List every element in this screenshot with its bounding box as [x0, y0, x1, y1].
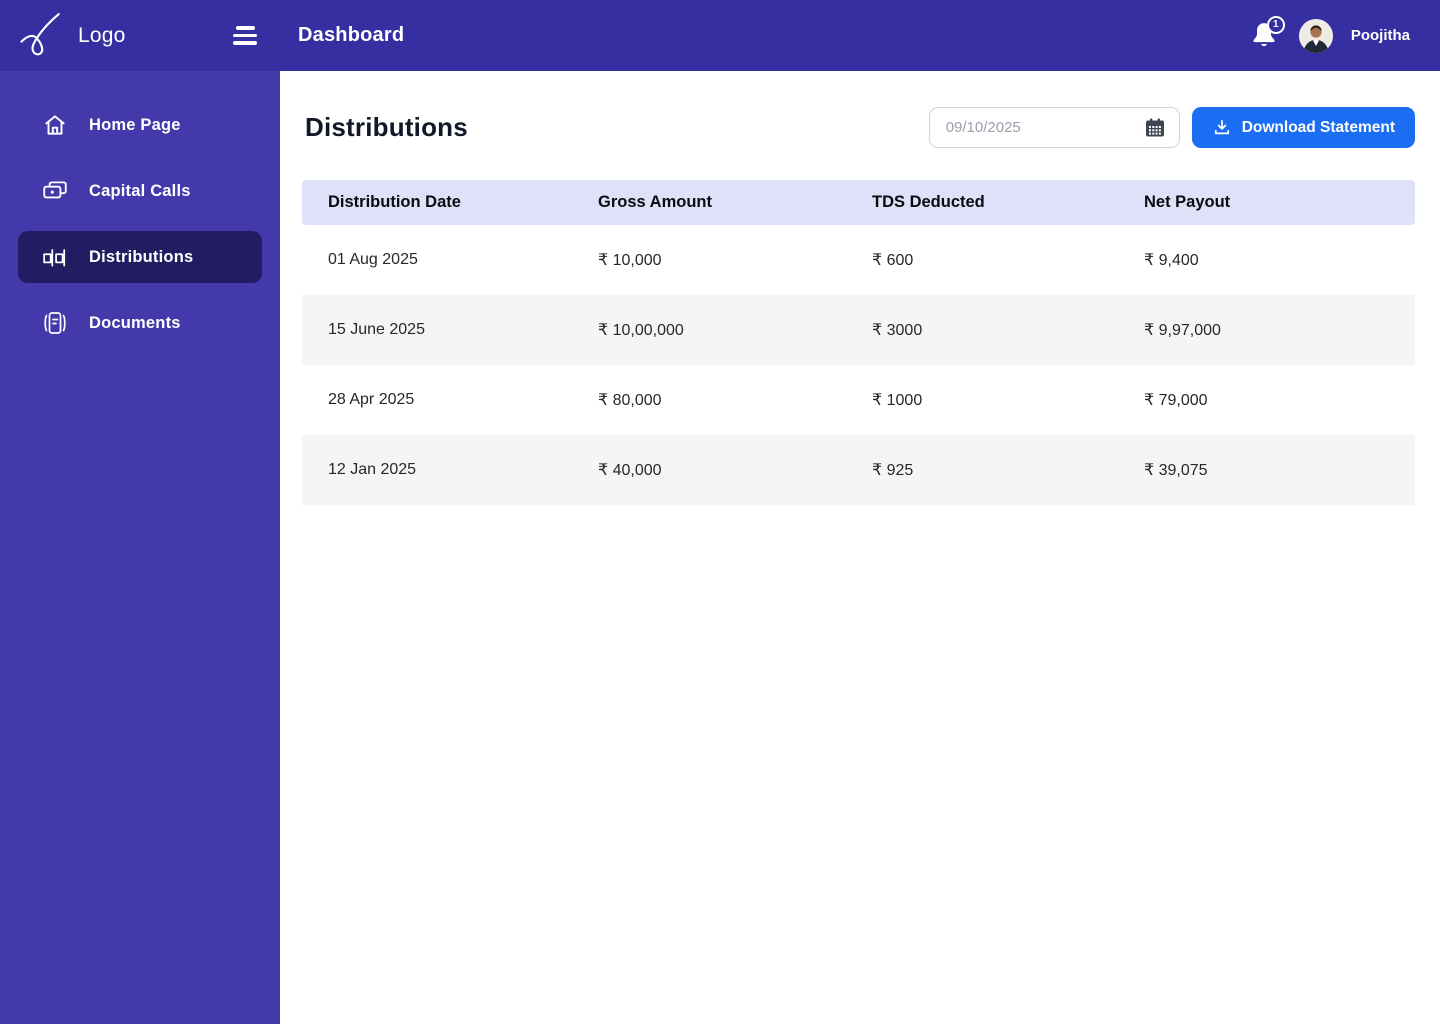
- tds-deducted: ₹ 1000: [872, 392, 923, 409]
- tds-deducted: ₹ 925: [872, 462, 914, 479]
- sidebar-item-label: Documents: [89, 313, 181, 332]
- menu-toggle-button[interactable]: [228, 21, 262, 51]
- gross-amount: ₹ 10,000: [598, 252, 662, 269]
- documents-icon: [41, 309, 69, 337]
- page-title: Dashboard: [298, 24, 405, 46]
- gross-amount: ₹ 10,00,000: [598, 322, 684, 339]
- sidebar-item-label: Home Page: [89, 115, 181, 134]
- gross-amount: ₹ 40,000: [598, 462, 662, 479]
- column-header: Net Payout: [1144, 193, 1231, 211]
- sidebar-item-documents[interactable]: Documents: [18, 297, 262, 349]
- table-row: 15 June 2025 ₹ 10,00,000 ₹ 3000 ₹ 9,97,0…: [302, 295, 1415, 365]
- sidebar-item-label: Distributions: [89, 247, 194, 266]
- table-row: 12 Jan 2025 ₹ 40,000 ₹ 925 ₹ 39,075: [302, 435, 1415, 505]
- net-payout: ₹ 39,075: [1144, 462, 1208, 479]
- net-payout: ₹ 9,97,000: [1144, 322, 1221, 339]
- avatar-photo: [1298, 18, 1333, 53]
- section-title: Distributions: [305, 112, 468, 142]
- sidebar: Home Page Capital Calls Distributions Do…: [0, 71, 280, 1024]
- sidebar-item-home-page[interactable]: Home Page: [18, 99, 262, 151]
- distributions-icon: [41, 243, 69, 271]
- distribution-date: 12 Jan 2025: [328, 461, 417, 478]
- distribution-date: 15 June 2025: [328, 321, 425, 338]
- notification-badge: 1: [1266, 15, 1285, 34]
- distribution-date: 01 Aug 2025: [328, 251, 418, 268]
- tds-deducted: ₹ 3000: [872, 322, 923, 339]
- sidebar-item-label: Capital Calls: [89, 181, 191, 200]
- calendar-icon[interactable]: [1142, 115, 1168, 141]
- column-header: Gross Amount: [598, 193, 712, 211]
- column-header: Distribution Date: [328, 193, 461, 211]
- home-icon: [41, 111, 69, 139]
- tds-deducted: ₹ 600: [872, 252, 914, 269]
- net-payout: ₹ 9,400: [1144, 252, 1199, 269]
- notifications-button[interactable]: 1: [1249, 15, 1285, 52]
- capital-calls-icon: [41, 177, 69, 205]
- distributions-table: Distribution Date Gross Amount TDS Deduc…: [302, 180, 1415, 505]
- logo-icon: [20, 12, 60, 55]
- sidebar-nav: Home Page Capital Calls Distributions Do…: [0, 99, 280, 349]
- gross-amount: ₹ 80,000: [598, 392, 662, 409]
- net-payout: ₹ 79,000: [1144, 392, 1208, 409]
- table-row: 28 Apr 2025 ₹ 80,000 ₹ 1000 ₹ 79,000: [302, 365, 1415, 435]
- distribution-date: 28 Apr 2025: [328, 391, 415, 408]
- user-name: Poojitha: [1350, 27, 1410, 44]
- download-statement-label: Download Statement: [1241, 118, 1395, 136]
- sidebar-item-capital-calls[interactable]: Capital Calls: [18, 165, 262, 217]
- table-row: 01 Aug 2025 ₹ 10,000 ₹ 600 ₹ 9,400: [302, 225, 1415, 295]
- header-controls: Download Statement: [928, 107, 1415, 148]
- column-header: TDS Deducted: [872, 193, 985, 211]
- brand: Logo: [0, 10, 210, 62]
- sidebar-item-distributions[interactable]: Distributions: [18, 231, 262, 283]
- topbar-right: 1 Poojitha: [1249, 15, 1440, 53]
- download-statement-button[interactable]: Download Statement: [1191, 107, 1415, 148]
- download-icon: [1214, 119, 1229, 134]
- logo-text: Logo: [78, 23, 126, 47]
- content-header: Distributions 09/10/2025 Download Statem…: [280, 107, 1440, 148]
- menu-icon: [235, 26, 255, 30]
- table-header-row: Distribution Date Gross Amount TDS Deduc…: [302, 180, 1415, 225]
- avatar[interactable]: [1298, 18, 1333, 53]
- main-content: Distributions 09/10/2025 Download Statem…: [280, 67, 1440, 1024]
- top-bar: Logo Dashboard 1 Poojitha: [0, 0, 1440, 71]
- date-filter: [928, 107, 1180, 148]
